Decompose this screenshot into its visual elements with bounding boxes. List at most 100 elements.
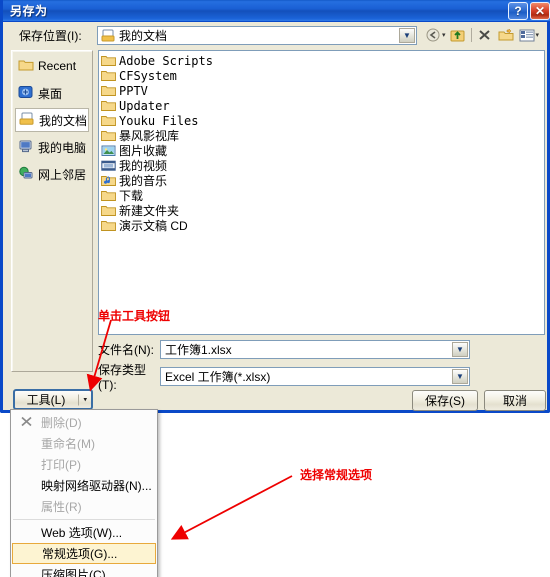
tools-dropdown-menu: 删除(D) 重命名(M) 打印(P) 映射网络驱动器(N)... 属性(R) Web 选项… [10, 409, 158, 577]
file-list-item-label: CFSystem [119, 68, 177, 83]
file-list-item-label: PPTV [119, 83, 148, 98]
dialog-title: 另存为 [10, 4, 48, 18]
place-item-my-documents[interactable]: 我的文档 [15, 108, 89, 132]
look-in-label: 保存位置(I): [19, 28, 82, 43]
up-one-level-icon[interactable] [448, 26, 468, 44]
annotation-select-general-options: 选择常规选项 [300, 468, 373, 482]
place-label: 桌面 [38, 86, 63, 101]
tools-button[interactable]: 工具(L) ▾ [13, 389, 93, 410]
place-item-network-places[interactable]: 网上邻居 [15, 162, 89, 186]
menu-item-label: 属性(R) [41, 500, 82, 514]
place-label: 我的文档 [39, 113, 88, 128]
chevron-down-icon[interactable]: ▼ [399, 28, 415, 43]
save-as-dialog: 另存为 ? ✕ 保存位置(I): 我的文档 ▼ ▾ ▾ Recent 桌面 我的… [0, 0, 550, 413]
place-label: 网上邻居 [38, 167, 87, 182]
file-list-items: Adobe Scripts CFSystem PPTV Updater Youku Fi… [99, 51, 544, 233]
menu-item-label: Web 选项(W)... [41, 526, 123, 540]
look-in-value: 我的文档 [119, 29, 168, 43]
menu-item[interactable]: 常规选项(G)... [12, 543, 156, 564]
menu-item[interactable]: Web 选项(W)... [11, 522, 157, 543]
chevron-down-icon[interactable]: ▾ [78, 394, 87, 405]
folder-icon [101, 54, 116, 67]
menu-item-label: 打印(P) [41, 458, 81, 472]
file-list-item[interactable]: PPTV [101, 83, 544, 98]
views-icon[interactable] [517, 26, 537, 44]
toolbar-separator [470, 28, 472, 42]
save-button[interactable]: 保存(S) [412, 390, 478, 411]
dialog-toolbar: ▾ ▾ [423, 26, 540, 44]
folder-icon [101, 189, 116, 202]
chevron-down-icon[interactable]: ▼ [452, 369, 468, 384]
place-item-recent[interactable]: Recent [15, 54, 89, 78]
file-list-item[interactable]: 新建文件夹 [101, 203, 544, 218]
menu-item[interactable]: 压缩图片(C)... [11, 564, 157, 577]
place-item-desktop[interactable]: 桌面 [15, 81, 89, 105]
file-list-item[interactable]: 图片收藏 [101, 143, 544, 158]
file-list-item[interactable]: 下载 [101, 188, 544, 203]
network-places-icon [18, 166, 34, 183]
menu-item: 打印(P) [11, 454, 157, 475]
menu-item: 属性(R) [11, 496, 157, 517]
file-type-label: 保存类型(T): [98, 363, 147, 392]
menu-item: 重命名(M) [11, 433, 157, 454]
desktop-icon [18, 85, 34, 102]
folder-icon [101, 219, 116, 232]
window-controls: ? ✕ [508, 2, 550, 20]
title-bar: 另存为 ? ✕ [3, 0, 550, 22]
file-type-value: Excel 工作簿(*.xlsx) [165, 370, 271, 384]
file-list-item-label: Adobe Scripts [119, 53, 213, 68]
file-list-item[interactable]: Adobe Scripts [101, 53, 544, 68]
file-list-item-label: Updater [119, 98, 170, 113]
recent-folder-icon [18, 58, 34, 75]
back-icon[interactable] [423, 26, 443, 44]
new-folder-icon[interactable] [496, 26, 516, 44]
place-label: Recent [38, 59, 77, 73]
menu-item-label: 删除(D) [41, 416, 82, 430]
file-type-row: 保存类型(T): Excel 工作簿(*.xlsx) ▼ [98, 361, 470, 392]
file-list-item[interactable]: Updater [101, 98, 544, 113]
file-list[interactable]: Adobe Scripts CFSystem PPTV Updater Youku Fi… [98, 50, 545, 335]
file-list-item[interactable]: 我的音乐 [101, 173, 544, 188]
cancel-button[interactable]: 取消 [484, 390, 546, 411]
menu-separator [13, 519, 155, 520]
back-chevron-down-icon[interactable]: ▾ [442, 31, 446, 39]
file-list-item[interactable]: 暴风影视库 [101, 128, 544, 143]
places-bar: Recent 桌面 我的文档 我的电脑 网上邻居 [11, 50, 93, 372]
file-name-label: 文件名(N): [98, 343, 154, 357]
menu-item-label: 常规选项(G)... [42, 547, 118, 561]
file-type-select[interactable]: Excel 工作簿(*.xlsx) ▼ [160, 367, 470, 386]
close-button[interactable]: ✕ [530, 2, 550, 20]
file-list-item[interactable]: CFSystem [101, 68, 544, 83]
look-in-combo[interactable]: 我的文档 ▼ [97, 26, 417, 45]
tools-button-label: 工具(L) [26, 393, 66, 407]
place-item-my-computer[interactable]: 我的电脑 [15, 135, 89, 159]
folder-icon [101, 114, 116, 127]
my-documents-icon [19, 112, 35, 129]
my-computer-icon [18, 139, 34, 156]
menu-item-label: 压缩图片(C)... [41, 568, 116, 577]
help-button[interactable]: ? [508, 2, 528, 20]
menu-item: 删除(D) [11, 412, 157, 433]
file-list-item-label: Youku Files [119, 113, 199, 128]
place-label: 我的电脑 [38, 140, 87, 155]
file-name-value: 工作簿1.xlsx [165, 343, 232, 357]
file-name-input[interactable]: 工作簿1.xlsx ▼ [160, 340, 470, 359]
delete-x-icon [20, 415, 33, 430]
annotation-click-tools: 单击工具按钮 [98, 309, 171, 323]
menu-item[interactable]: 映射网络驱动器(N)... [11, 475, 157, 496]
my-documents-icon [101, 29, 115, 42]
pictures-folder-icon [101, 144, 116, 157]
file-list-item[interactable]: Youku Files [101, 113, 544, 128]
delete-icon[interactable] [475, 26, 495, 44]
menu-item-label: 重命名(M) [41, 437, 95, 451]
screen: 另存为 ? ✕ 保存位置(I): 我的文档 ▼ ▾ ▾ Recent 桌面 我的… [0, 0, 550, 577]
chevron-down-icon[interactable]: ▼ [452, 342, 468, 357]
views-chevron-down-icon[interactable]: ▾ [536, 31, 540, 39]
annotation-arrow-2 [170, 475, 293, 540]
folder-icon [101, 204, 116, 217]
file-list-item[interactable]: 演示文稿 CD [101, 218, 544, 233]
music-folder-icon [101, 174, 116, 187]
file-list-item[interactable]: 我的视频 [101, 158, 544, 173]
folder-icon [101, 84, 116, 97]
file-list-item-label: 演示文稿 CD [119, 219, 188, 233]
